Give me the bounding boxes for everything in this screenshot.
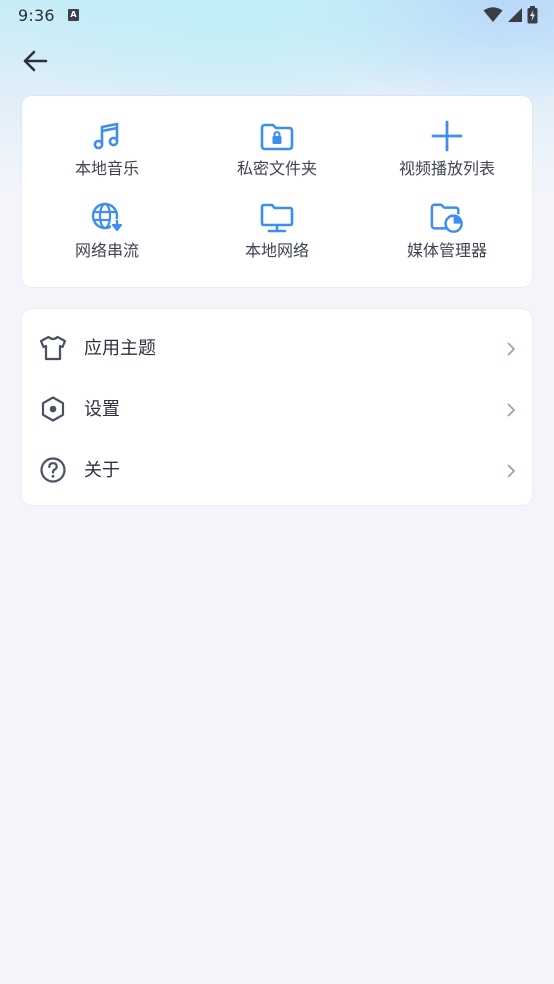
quick-action-video-playlist[interactable]: 视频播放列表	[362, 119, 532, 199]
signal-icon	[508, 8, 522, 22]
quick-action-network-stream[interactable]: 网络串流	[22, 201, 192, 281]
monitor-folder-icon	[260, 201, 294, 235]
battery-charging-icon	[527, 6, 538, 24]
quick-action-label: 本地网络	[244, 241, 309, 260]
chevron-right-icon	[507, 464, 515, 478]
quick-action-label: 私密文件夹	[236, 159, 317, 178]
quick-action-label: 媒体管理器	[406, 241, 487, 260]
lock-folder-icon	[260, 119, 294, 153]
plus-icon	[430, 119, 464, 153]
menu-item-settings[interactable]: 设置	[22, 376, 532, 436]
chevron-right-icon	[507, 403, 515, 417]
quick-action-label: 本地音乐	[74, 159, 139, 178]
settings-menu-card: 应用主题 设置 关于	[22, 309, 532, 505]
input-method-badge: A	[68, 9, 79, 21]
quick-action-local-network[interactable]: 本地网络	[192, 201, 362, 281]
quick-action-private-folder[interactable]: 私密文件夹	[192, 119, 362, 199]
pie-folder-icon	[430, 201, 464, 235]
menu-item-label: 关于	[84, 460, 120, 481]
question-circle-icon	[38, 455, 68, 485]
menu-item-app-theme[interactable]: 应用主题	[22, 315, 532, 375]
music-note-icon	[90, 119, 124, 153]
chevron-right-icon	[507, 342, 515, 356]
quick-action-media-manager[interactable]: 媒体管理器	[362, 201, 532, 281]
status-icons	[483, 6, 538, 24]
menu-item-about[interactable]: 关于	[22, 437, 532, 497]
menu-item-label: 设置	[84, 399, 120, 420]
quick-action-local-music[interactable]: 本地音乐	[22, 119, 192, 199]
quick-actions-card: 本地音乐 私密文件夹 视频播放列表 网络串流 本地网络 媒体管理器	[22, 96, 532, 287]
back-button[interactable]	[18, 44, 52, 78]
status-time: 9:36	[18, 6, 55, 25]
tshirt-icon	[38, 333, 68, 363]
quick-action-label: 视频播放列表	[398, 159, 495, 178]
globe-download-icon	[90, 201, 124, 235]
wifi-icon	[483, 7, 503, 22]
hexagon-settings-icon	[38, 394, 68, 424]
menu-item-label: 应用主题	[84, 338, 156, 359]
arrow-left-icon	[23, 50, 48, 72]
status-bar: 9:36 A	[0, 0, 554, 32]
quick-action-label: 网络串流	[74, 241, 139, 260]
